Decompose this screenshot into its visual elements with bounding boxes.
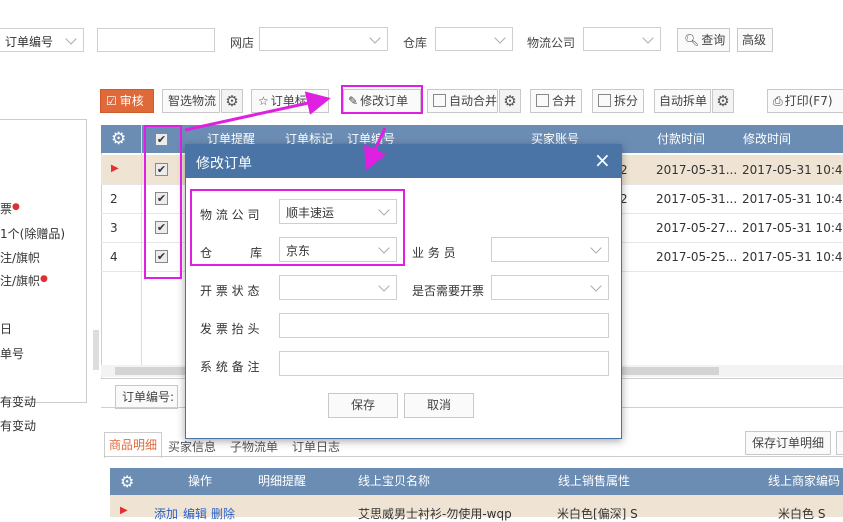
annotation-arrows — [184, 91, 387, 172]
arrow-to-dialog — [364, 127, 387, 172]
arrow-to-modify-button — [184, 91, 331, 132]
